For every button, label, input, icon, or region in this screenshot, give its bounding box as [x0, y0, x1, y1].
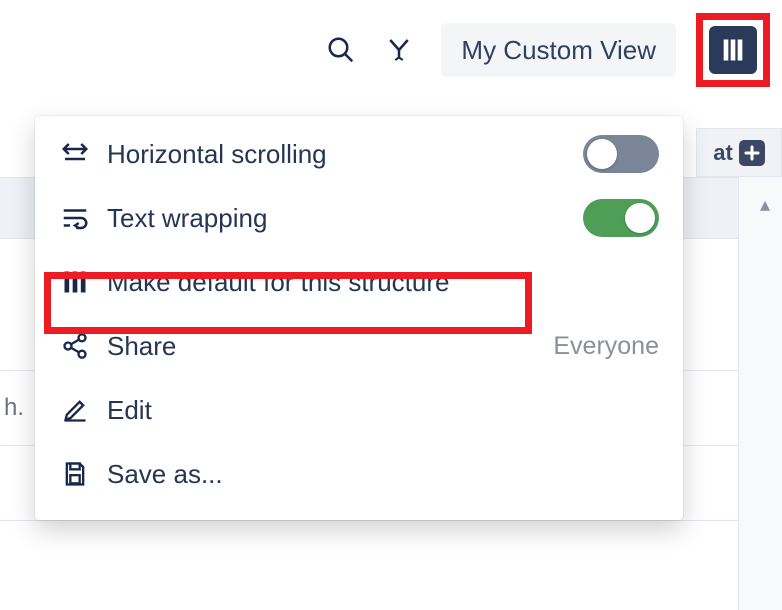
menu-label: Make default for this structure [107, 267, 659, 298]
columns-icon [719, 36, 747, 64]
menu-make-default[interactable]: Make default for this structure [35, 250, 683, 314]
row-fragment: h. [4, 394, 24, 422]
menu-label: Share [107, 331, 537, 362]
menu-edit[interactable]: Edit [35, 378, 683, 442]
menu-save-as[interactable]: Save as... [35, 442, 683, 506]
menu-text-wrapping[interactable]: Text wrapping [35, 186, 683, 250]
columns-icon [59, 266, 91, 298]
right-scroll-strip: ▴ [738, 128, 782, 610]
menu-label: Save as... [107, 459, 659, 490]
add-column-icon[interactable] [739, 140, 765, 166]
toggle-text-wrapping[interactable] [583, 199, 659, 237]
edit-icon [59, 394, 91, 426]
text-wrap-icon [59, 202, 91, 234]
toolbar: My Custom View [0, 19, 782, 81]
toggle-horizontal-scrolling[interactable] [583, 135, 659, 173]
save-icon [59, 458, 91, 490]
header-text-fragment: at [713, 140, 733, 166]
scroll-up-arrow-icon: ▴ [760, 192, 770, 217]
columns-button[interactable] [709, 26, 757, 74]
share-scope: Everyone [553, 332, 659, 361]
search-icon[interactable] [325, 34, 357, 66]
menu-label: Horizontal scrolling [107, 139, 567, 170]
share-icon [59, 330, 91, 362]
menu-horizontal-scrolling[interactable]: Horizontal scrolling [35, 122, 683, 186]
horizontal-scroll-icon [59, 138, 91, 170]
truncated-column-header[interactable]: at [696, 128, 782, 177]
menu-share[interactable]: Share Everyone [35, 314, 683, 378]
view-name: My Custom View [461, 35, 656, 66]
view-menu: Horizontal scrolling Text wrapping Make … [35, 116, 683, 520]
menu-label: Edit [107, 395, 659, 426]
view-select[interactable]: My Custom View [441, 23, 676, 77]
menu-label: Text wrapping [107, 203, 567, 234]
filter-icon[interactable] [383, 34, 415, 66]
